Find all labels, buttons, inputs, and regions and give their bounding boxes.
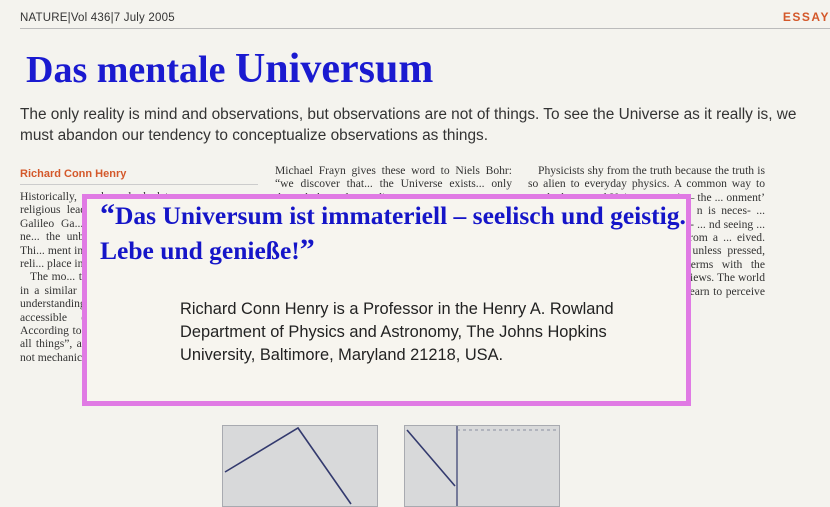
journal-header: NATURE|Vol 436|7 July 2005 bbox=[20, 12, 175, 24]
section-label: ESSAY bbox=[782, 10, 830, 24]
quote-text: Das Universum ist immateriell – seelisch… bbox=[100, 201, 686, 265]
author-rule bbox=[20, 184, 258, 185]
quote-open-mark: “ bbox=[100, 198, 115, 231]
article-title: Das mentale Universum bbox=[26, 48, 433, 90]
title-part-1: Das mentale bbox=[26, 49, 235, 91]
partitioned-square-graphic bbox=[406, 426, 557, 506]
author-name: Richard Conn Henry bbox=[20, 168, 127, 180]
quote-close-mark: ” bbox=[299, 233, 315, 266]
title-part-2: Universum bbox=[234, 46, 434, 92]
header-rule bbox=[20, 28, 830, 29]
article-subtitle: The only reality is mind and observation… bbox=[20, 106, 797, 144]
overlay-quote: “Das Universum ist immateriell – seelisc… bbox=[100, 198, 690, 268]
rotated-square-graphic bbox=[224, 426, 352, 505]
figure-diagram-left bbox=[222, 425, 378, 507]
author-bio: Richard Conn Henry is a Professor in the… bbox=[180, 300, 614, 364]
figure-diagram-right bbox=[404, 425, 560, 507]
